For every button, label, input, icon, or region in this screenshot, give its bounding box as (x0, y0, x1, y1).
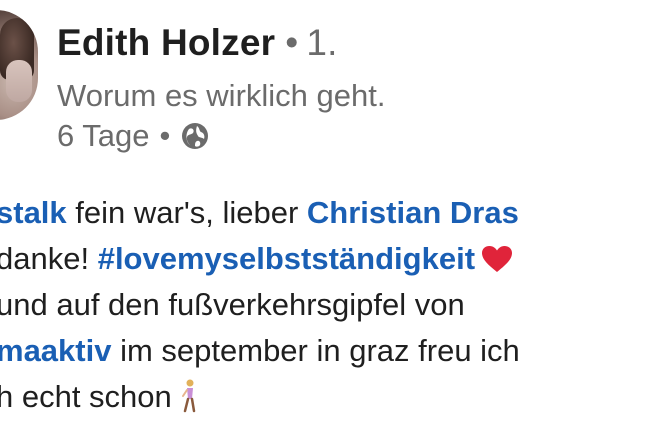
body-text-3: und auf den fußverkehrsgipfel von (0, 287, 465, 322)
post-time: 6 Tage (57, 118, 150, 153)
hashtag-link[interactable]: #lovemyselbstständigkeit (98, 241, 475, 276)
post-body: stalk fein war's, lieber Christian Dras … (0, 190, 520, 420)
author-name-row[interactable]: Edith Holzer • 1. (57, 22, 338, 64)
body-text-5: h echt schon (0, 379, 172, 414)
body-text-4: im september in graz freu ich (111, 333, 520, 368)
body-line-4: maaktiv im september in graz freu ich (0, 328, 520, 374)
author-avatar[interactable] (0, 10, 38, 120)
body-line-2: danke! #lovemyselbstständigkeit (0, 236, 520, 282)
avatar-face (6, 60, 32, 102)
connection-degree: 1. (306, 22, 338, 63)
separator-dot: • (285, 22, 299, 63)
body-line-3: und auf den fußverkehrsgipfel von (0, 282, 520, 328)
body-line-1: stalk fein war's, lieber Christian Dras (0, 190, 520, 236)
mention-link-christian[interactable]: Christian Dras (307, 195, 519, 230)
heart-icon (482, 246, 513, 272)
body-line-5: h echt schon (0, 374, 520, 420)
author-name[interactable]: Edith Holzer (57, 22, 275, 63)
mention-link-maaktiv[interactable]: maaktiv (0, 333, 111, 368)
post-meta: 6 Tage • (57, 118, 210, 154)
body-text-1: fein war's, lieber (66, 195, 307, 230)
mention-link-1[interactable]: stalk (0, 195, 67, 230)
linkedin-post-crop: Edith Holzer • 1. Worum es wirklich geht. … (0, 0, 660, 440)
person-walking-icon (181, 379, 196, 413)
body-text-2: danke! (0, 241, 98, 276)
author-headline: Worum es wirklich geht. (57, 78, 386, 113)
meta-separator-dot: • (159, 118, 171, 153)
globe-icon (182, 123, 209, 149)
